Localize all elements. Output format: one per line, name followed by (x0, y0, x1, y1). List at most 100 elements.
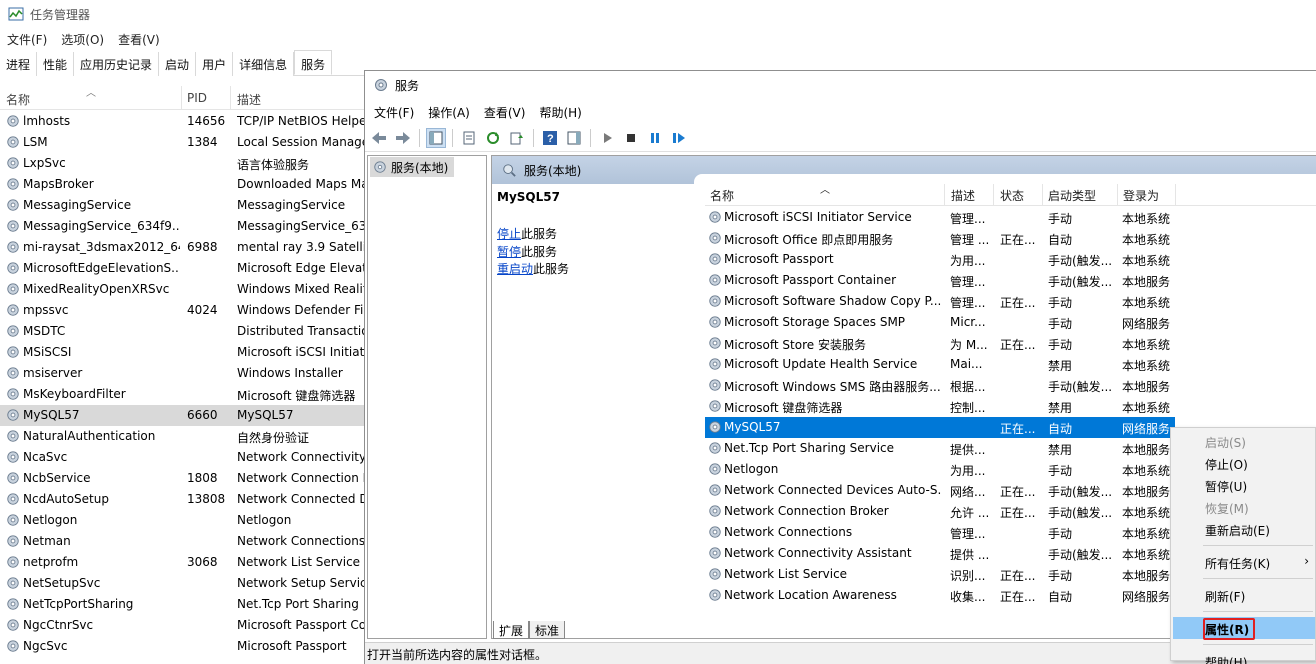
tree-item-services-local[interactable]: 服务(本地) (370, 157, 454, 177)
menu-item-help[interactable]: 帮助(H) (1173, 650, 1315, 664)
menu-item-restart[interactable]: 重新启动(E) (1173, 518, 1315, 540)
start-service-button[interactable] (597, 128, 617, 148)
forward-button[interactable] (393, 128, 413, 148)
column-divider[interactable] (1175, 184, 1176, 206)
tab-performance[interactable]: 性能 (37, 52, 75, 76)
service-row[interactable]: NgcCtnrSvc Microsoft Passport Container (0, 615, 370, 636)
menu-item-resume[interactable]: 恢复(M) (1173, 496, 1315, 518)
properties-sheet-button[interactable] (459, 128, 479, 148)
service-name: mi-raysat_3dsmax2012_64 (23, 240, 180, 254)
menu-item-refresh[interactable]: 刷新(F) (1173, 584, 1315, 606)
menu-item-label: 启动(S) (1205, 436, 1246, 450)
col-name[interactable]: 名称 (710, 187, 734, 204)
stop-service-button[interactable] (621, 128, 641, 148)
menu-item-start[interactable]: 启动(S) (1173, 430, 1315, 452)
show-action-pane-button[interactable] (564, 128, 584, 148)
tab-details[interactable]: 详细信息 (233, 52, 295, 76)
service-row[interactable]: Microsoft iSCSI Initiator Service 管理... 手动… (705, 207, 1316, 228)
service-row[interactable]: Microsoft Windows SMS 路由器服务... 根据... 手动(触发… (705, 375, 1316, 396)
column-divider[interactable] (181, 86, 182, 110)
show-hide-console-tree-button[interactable] (426, 127, 446, 148)
column-divider[interactable] (1042, 184, 1043, 206)
menu-item-pause[interactable]: 暂停(U) (1173, 474, 1315, 496)
service-row[interactable]: NetSetupSvc Network Setup Service (0, 573, 370, 594)
svc-menu-view[interactable]: 查看(V) (475, 104, 531, 121)
service-row[interactable]: LxpSvc 语言体验服务 (0, 153, 370, 174)
service-row[interactable]: Microsoft Passport Container 管理... 手动(触发..… (705, 270, 1316, 291)
menu-item-stop[interactable]: 停止(O) (1173, 452, 1315, 474)
service-row[interactable]: Microsoft Store 安装服务 为 M... 正在... 手动 本地系统 (705, 333, 1316, 354)
service-row[interactable]: Netman Network Connections (0, 531, 370, 552)
col-description[interactable]: 描述 (951, 187, 975, 204)
tm-col-name[interactable]: 名称 (6, 91, 30, 108)
service-row[interactable]: Microsoft Storage Spaces SMP Micr... 手动 网络服… (705, 312, 1316, 333)
column-divider[interactable] (1117, 184, 1118, 206)
service-row[interactable]: LSM 1384 Local Session Manager (0, 132, 370, 153)
export-list-button[interactable] (507, 128, 527, 148)
pause-service-button[interactable] (645, 128, 665, 148)
service-row[interactable]: MicrosoftEdgeElevationS... Microsoft Edge… (0, 258, 370, 279)
menu-item-all-tasks[interactable]: 所有任务(K) › (1173, 551, 1315, 573)
service-row[interactable]: lmhosts 14656 TCP/IP NetBIOS Helper (0, 111, 370, 132)
help-button[interactable]: ? (540, 128, 560, 148)
tm-col-desc[interactable]: 描述 (237, 91, 261, 108)
col-startup-type[interactable]: 启动类型 (1048, 187, 1096, 204)
service-row[interactable]: NcbService 1808 Network Connection Broker (0, 468, 370, 489)
svc-menu-action[interactable]: 操作(A) (419, 104, 475, 121)
restart-service-button[interactable] (669, 128, 689, 148)
menu-item-properties[interactable]: 属性(R) (1173, 617, 1315, 640)
service-row[interactable]: MSiSCSI Microsoft iSCSI Initiator (0, 342, 370, 363)
tab-users[interactable]: 用户 (196, 52, 234, 76)
tm-col-pid[interactable]: PID (187, 91, 207, 105)
service-row[interactable]: Microsoft Passport 为用... 手动(触发... 本地系统 (705, 249, 1316, 270)
service-row[interactable]: mi-raysat_3dsmax2012_64 6988 mental ray 3.… (0, 237, 370, 258)
service-row[interactable]: MSDTC Distributed Transaction (0, 321, 370, 342)
back-button[interactable] (369, 128, 389, 148)
pane-header-title: 服务(本地) (524, 163, 582, 178)
service-row[interactable]: netprofm 3068 Network List Service (0, 552, 370, 573)
tab-app-history[interactable]: 应用历史记录 (74, 52, 160, 76)
svc-menu-file[interactable]: 文件(F) (365, 104, 419, 121)
service-row[interactable]: MixedRealityOpenXRSvc Windows Mixed Reali… (0, 279, 370, 300)
service-row[interactable]: Netlogon Netlogon (0, 510, 370, 531)
service-row[interactable]: NetTcpPortSharing Net.Tcp Port Sharing (0, 594, 370, 615)
service-row[interactable]: NcaSvc Network Connectivity (0, 447, 370, 468)
tm-menu-file[interactable]: 文件(F) (0, 31, 54, 48)
service-row[interactable]: msiserver Windows Installer (0, 363, 370, 384)
tab-extended[interactable]: 扩展 (493, 621, 530, 639)
column-divider[interactable] (993, 184, 994, 206)
col-log-on-as[interactable]: 登录为 (1123, 187, 1159, 204)
refresh-button[interactable] (483, 128, 503, 148)
col-status[interactable]: 状态 (1000, 187, 1024, 204)
service-name: Microsoft 键盘筛选器 (724, 401, 843, 415)
service-row[interactable]: mpssvc 4024 Windows Defender Firewall (0, 300, 370, 321)
service-row[interactable]: NaturalAuthentication 自然身份验证 (0, 426, 370, 447)
menu-separator (1203, 611, 1313, 612)
service-row[interactable]: Microsoft Software Shadow Copy P... 管理...… (705, 291, 1316, 312)
column-divider[interactable] (230, 86, 231, 110)
service-row[interactable]: MySQL57 正在... 自动 网络服务 (705, 417, 1175, 438)
tab-standard[interactable]: 标准 (529, 621, 566, 639)
service-row[interactable]: MessagingService_634f9... MessagingServic… (0, 216, 370, 237)
tab-services[interactable]: 服务 (294, 50, 333, 75)
menu-separator (1203, 545, 1313, 546)
pause-service-link[interactable]: 暂停 (497, 245, 521, 259)
stop-service-link[interactable]: 停止 (497, 227, 521, 241)
service-row[interactable]: MapsBroker Downloaded Maps Manager (0, 174, 370, 195)
service-description: Windows Installer (237, 366, 343, 380)
service-row[interactable]: NgcSvc Microsoft Passport (0, 636, 370, 657)
tab-startup[interactable]: 启动 (159, 52, 197, 76)
tm-menu-view[interactable]: 查看(V) (111, 31, 167, 48)
service-row[interactable]: Microsoft Office 即点即用服务 管理 ... 正在... 自动 本地系统 (705, 228, 1316, 249)
tm-menu-options[interactable]: 选项(O) (54, 31, 111, 48)
tab-processes[interactable]: 进程 (0, 52, 38, 76)
service-row[interactable]: NcdAutoSetup 13808 Network Connected Devic… (0, 489, 370, 510)
service-row[interactable]: MySQL57 6660 MySQL57 (0, 405, 370, 426)
restart-service-link[interactable]: 重启动 (497, 262, 533, 276)
svc-menu-help[interactable]: 帮助(H) (530, 104, 586, 121)
service-row[interactable]: Microsoft Update Health Service Mai... 禁用 本… (705, 354, 1316, 375)
service-row[interactable]: MsKeyboardFilter Microsoft 键盘筛选器 (0, 384, 370, 405)
service-row[interactable]: Microsoft 键盘筛选器 控制... 禁用 本地系统 (705, 396, 1316, 417)
service-row[interactable]: MessagingService MessagingService (0, 195, 370, 216)
column-divider[interactable] (944, 184, 945, 206)
